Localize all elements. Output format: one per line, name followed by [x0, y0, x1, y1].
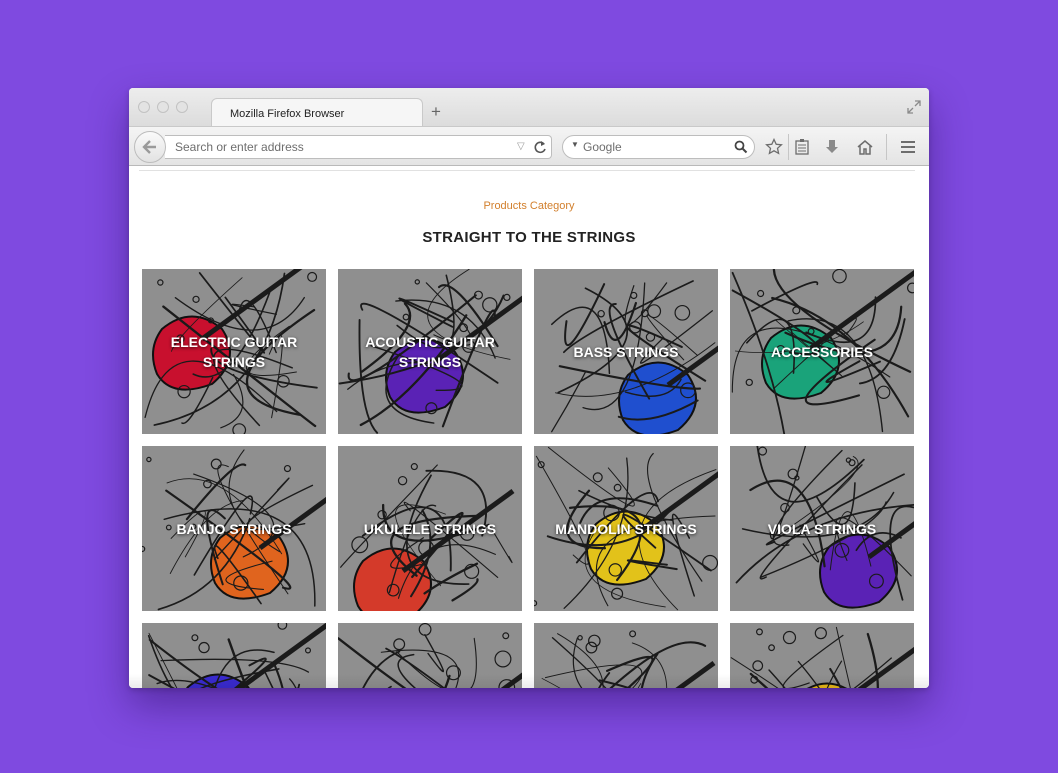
- section-heading: STRAIGHT TO THE STRINGS: [422, 229, 636, 246]
- category-card[interactable]: ACCESSORIES: [730, 269, 914, 434]
- bookmark-star-icon[interactable]: [765, 138, 783, 156]
- title-bar: Mozilla Firefox Browser +: [129, 88, 929, 127]
- bookmarks-menu-icon[interactable]: [793, 138, 811, 156]
- browser-window: Mozilla Firefox Browser + ▽ ▼: [129, 88, 929, 688]
- address-input[interactable]: [175, 140, 495, 154]
- category-label: ELECTRIC GUITAR STRINGS: [170, 333, 298, 370]
- scroll-fade: [129, 674, 929, 688]
- tab-title: Mozilla Firefox Browser: [230, 108, 345, 120]
- download-icon[interactable]: [823, 138, 841, 156]
- zoom-window-button[interactable]: [176, 101, 188, 113]
- category-card[interactable]: BANJO STRINGS: [142, 446, 326, 611]
- search-bar[interactable]: ▼: [562, 135, 755, 159]
- search-input[interactable]: [583, 140, 723, 154]
- address-bar[interactable]: ▽: [165, 135, 552, 159]
- toolbar-separator: [886, 134, 887, 160]
- category-label: UKULELE STRINGS: [363, 520, 497, 537]
- history-dropdown-icon[interactable]: ▽: [517, 141, 525, 152]
- back-arrow-icon: [142, 140, 156, 154]
- browser-tab[interactable]: Mozilla Firefox Browser: [211, 98, 423, 127]
- category-card[interactable]: MANDOLIN STRINGS: [534, 446, 718, 611]
- category-label: BASS STRINGS: [573, 343, 679, 360]
- hamburger-menu-icon[interactable]: [899, 138, 917, 156]
- minimize-window-button[interactable]: [157, 101, 169, 113]
- category-label: MANDOLIN STRINGS: [555, 520, 697, 537]
- category-card[interactable]: VIOLA STRINGS: [730, 446, 914, 611]
- page-content: Products Category STRAIGHT TO THE STRING…: [129, 166, 929, 688]
- category-label: ACOUSTIC GUITAR STRINGS: [365, 333, 495, 370]
- back-button[interactable]: [134, 131, 166, 163]
- search-icon[interactable]: [734, 140, 748, 154]
- home-icon[interactable]: [856, 138, 874, 156]
- toolbar-separator: [788, 134, 789, 160]
- category-label: VIOLA STRINGS: [767, 520, 877, 537]
- category-card[interactable]: ELECTRIC GUITAR STRINGS: [142, 269, 326, 434]
- close-window-button[interactable]: [138, 101, 150, 113]
- category-card[interactable]: UKULELE STRINGS: [338, 446, 522, 611]
- category-label: ACCESSORIES: [771, 343, 873, 360]
- search-engine-dropdown-icon[interactable]: ▼: [571, 140, 579, 149]
- category-label: BANJO STRINGS: [176, 520, 292, 537]
- navigation-toolbar: ▽ ▼: [129, 126, 929, 166]
- reload-icon[interactable]: [532, 138, 548, 156]
- divider: [139, 170, 915, 171]
- section-eyebrow: Products Category: [483, 200, 575, 212]
- fullscreen-icon[interactable]: [907, 100, 921, 114]
- category-card[interactable]: ACOUSTIC GUITAR STRINGS: [338, 269, 522, 434]
- category-card[interactable]: BASS STRINGS: [534, 269, 718, 434]
- new-tab-button[interactable]: +: [431, 103, 441, 120]
